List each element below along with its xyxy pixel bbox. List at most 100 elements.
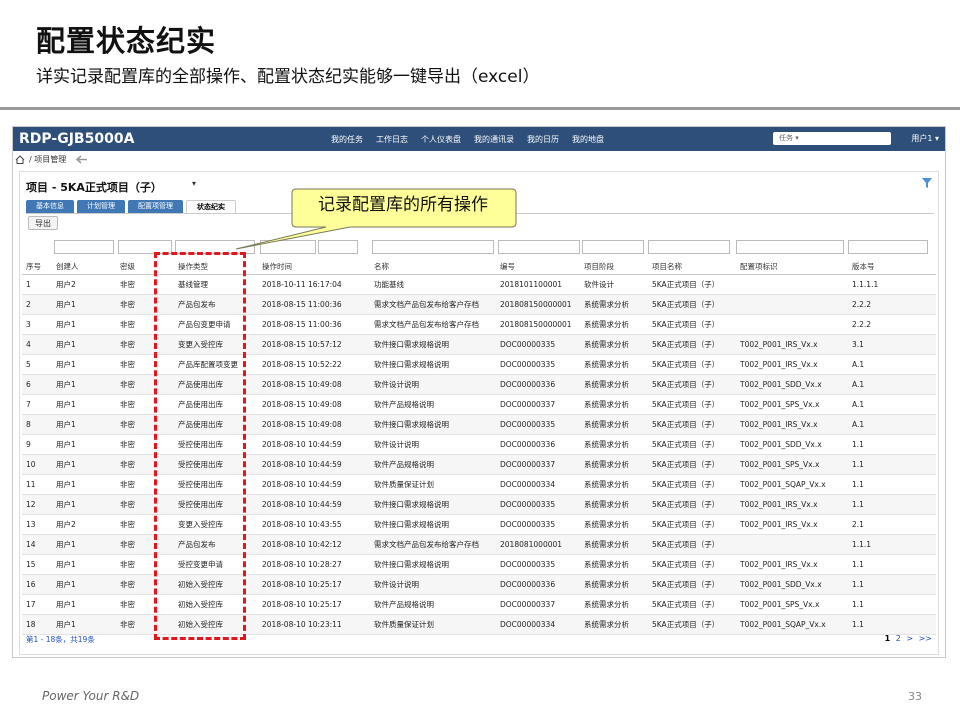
col-phase-header[interactable]: 项目阶段 <box>580 260 648 275</box>
col-seq-header[interactable]: 序号 <box>22 260 52 275</box>
task-select[interactable]: 任务 ▾ <box>773 132 891 145</box>
col-name-cell[interactable]: 软件产品规格说明 <box>370 394 496 415</box>
filter-creator-input[interactable] <box>54 240 114 254</box>
home-icon[interactable] <box>15 154 25 164</box>
col-seq-cell: 15 <box>22 554 52 575</box>
col-creator-cell: 用户1 <box>52 554 116 575</box>
col-name-cell[interactable]: 软件产品规格说明 <box>370 454 496 475</box>
top-bar: RDP-GJB5000A 我的任务 工作日志 个人仪表盘 我的通讯录 我的日历 … <box>13 127 945 151</box>
col-project-cell: 5KA正式项目（子） <box>648 274 736 295</box>
col-version-cell: 2.2.2 <box>848 294 936 315</box>
col-project-cell: 5KA正式项目（子） <box>648 354 736 375</box>
top-nav: 我的任务 工作日志 个人仪表盘 我的通讯录 我的日历 我的地盘 <box>331 134 604 145</box>
col-version-cell: 1.1 <box>848 434 936 455</box>
page-number: 33 <box>908 690 922 703</box>
col-version-cell: 1.1 <box>848 554 936 575</box>
col-project-cell: 5KA正式项目（子） <box>648 394 736 415</box>
pager-next[interactable]: > <box>906 634 913 643</box>
user-menu[interactable]: 用户1 ▾ <box>911 133 939 144</box>
col-name-cell[interactable]: 软件设计说明 <box>370 374 496 395</box>
col-seq-cell: 16 <box>22 574 52 595</box>
breadcrumb-label[interactable]: / 项目管理 <box>29 154 66 165</box>
col-code-cell: DOC00000335 <box>496 414 580 435</box>
col-creator-cell: 用户1 <box>52 574 116 595</box>
col-code-cell: DOC00000335 <box>496 354 580 375</box>
col-name-cell[interactable]: 软件接口需求规格说明 <box>370 334 496 355</box>
pager-page-2[interactable]: 2 <box>896 634 901 643</box>
col-project-cell: 5KA正式项目（子） <box>648 454 736 475</box>
col-phase-cell: 系统需求分析 <box>580 414 648 435</box>
col-name-header[interactable]: 名称 <box>370 260 496 275</box>
col-project-cell: 5KA正式项目（子） <box>648 414 736 435</box>
col-name-cell[interactable]: 软件接口需求规格说明 <box>370 554 496 575</box>
filter-config-id-input[interactable] <box>736 240 844 254</box>
filter-phase-input[interactable] <box>582 240 644 254</box>
col-project-cell: 5KA正式项目（子） <box>648 494 736 515</box>
nav-contacts[interactable]: 我的通讯录 <box>474 134 514 145</box>
col-code-cell: DOC00000335 <box>496 334 580 355</box>
col-code-header[interactable]: 编号 <box>496 260 580 275</box>
col-phase-cell: 系统需求分析 <box>580 314 648 335</box>
col-version-cell: 1.1 <box>848 494 936 515</box>
col-op-time-cell: 2018-08-15 11:00:36 <box>258 294 370 315</box>
col-phase-cell: 系统需求分析 <box>580 354 648 375</box>
col-name-cell[interactable]: 功能基线 <box>370 274 496 295</box>
col-project-cell: 5KA正式项目（子） <box>648 374 736 395</box>
col-code-cell: 2018081000001 <box>496 534 580 555</box>
col-name-cell[interactable]: 软件接口需求规格说明 <box>370 494 496 515</box>
col-op-time-header[interactable]: 操作时间 <box>258 260 370 275</box>
export-button[interactable]: 导出 <box>28 216 58 230</box>
pager: 1 2 > >> <box>885 634 932 643</box>
col-name-cell[interactable]: 软件质量保证计划 <box>370 474 496 495</box>
col-creator-cell: 用户1 <box>52 454 116 475</box>
col-version-header[interactable]: 版本号 <box>848 260 936 275</box>
col-project-header[interactable]: 项目名称 <box>648 260 736 275</box>
filter-icon[interactable] <box>922 178 932 188</box>
col-name-cell[interactable]: 需求文档产品包发布给客户存档 <box>370 294 496 315</box>
col-name-cell[interactable]: 软件质量保证计划 <box>370 614 496 635</box>
nav-calendar[interactable]: 我的日历 <box>527 134 559 145</box>
col-config-id-header[interactable]: 配置项标识 <box>736 260 848 275</box>
tab-basic-info[interactable]: 基本信息 <box>26 200 74 213</box>
col-op-time-cell: 2018-08-10 10:43:55 <box>258 514 370 535</box>
col-name-cell[interactable]: 软件接口需求规格说明 <box>370 354 496 375</box>
app-brand[interactable]: RDP-GJB5000A <box>13 131 331 147</box>
col-name-cell[interactable]: 需求文档产品包发布给客户存档 <box>370 534 496 555</box>
tab-plan[interactable]: 计划管理 <box>77 200 125 213</box>
filter-version-input[interactable] <box>848 240 928 254</box>
col-project-cell: 5KA正式项目（子） <box>648 554 736 575</box>
col-name-cell[interactable]: 软件接口需求规格说明 <box>370 414 496 435</box>
col-project-cell: 5KA正式项目（子） <box>648 614 736 635</box>
nav-dashboard[interactable]: 个人仪表盘 <box>421 134 461 145</box>
col-name-cell[interactable]: 软件设计说明 <box>370 434 496 455</box>
col-creator-cell: 用户1 <box>52 374 116 395</box>
col-creator-header[interactable]: 创建人 <box>52 260 116 275</box>
breadcrumb: / 项目管理 <box>13 151 945 167</box>
tab-status-record[interactable]: 状态纪实 <box>186 200 236 213</box>
col-code-cell: DOC00000334 <box>496 614 580 635</box>
col-project-cell: 5KA正式项目（子） <box>648 334 736 355</box>
col-seq-cell: 10 <box>22 454 52 475</box>
tab-config-items[interactable]: 配置项管理 <box>128 200 183 213</box>
col-name-cell[interactable]: 软件设计说明 <box>370 574 496 595</box>
col-creator-cell: 用户1 <box>52 334 116 355</box>
nav-work-log[interactable]: 工作日志 <box>376 134 408 145</box>
col-name-cell[interactable]: 需求文档产品包发布给客户存档 <box>370 314 496 335</box>
pager-last[interactable]: >> <box>919 634 932 643</box>
col-name-cell[interactable]: 软件产品规格说明 <box>370 594 496 615</box>
col-phase-cell: 系统需求分析 <box>580 494 648 515</box>
back-arrow-icon[interactable] <box>76 154 88 164</box>
nav-my-site[interactable]: 我的地盘 <box>572 134 604 145</box>
project-title: 项目 - 5KA正式项目（子） <box>26 181 162 194</box>
col-version-cell: 1.1.1.1 <box>848 274 936 295</box>
col-name-cell[interactable]: 软件接口需求规格说明 <box>370 514 496 535</box>
col-seq-cell: 9 <box>22 434 52 455</box>
filter-project-input[interactable] <box>648 240 730 254</box>
col-config-id-cell: T002_P001_IRS_Vx.x <box>736 554 848 575</box>
project-dropdown-icon[interactable]: ▾ <box>192 179 196 188</box>
nav-my-tasks[interactable]: 我的任务 <box>331 134 363 145</box>
col-phase-cell: 软件设计 <box>580 274 648 295</box>
col-code-cell: DOC00000335 <box>496 554 580 575</box>
col-phase-cell: 系统需求分析 <box>580 454 648 475</box>
col-config-id-cell: T002_P001_SDD_Vx.x <box>736 434 848 455</box>
